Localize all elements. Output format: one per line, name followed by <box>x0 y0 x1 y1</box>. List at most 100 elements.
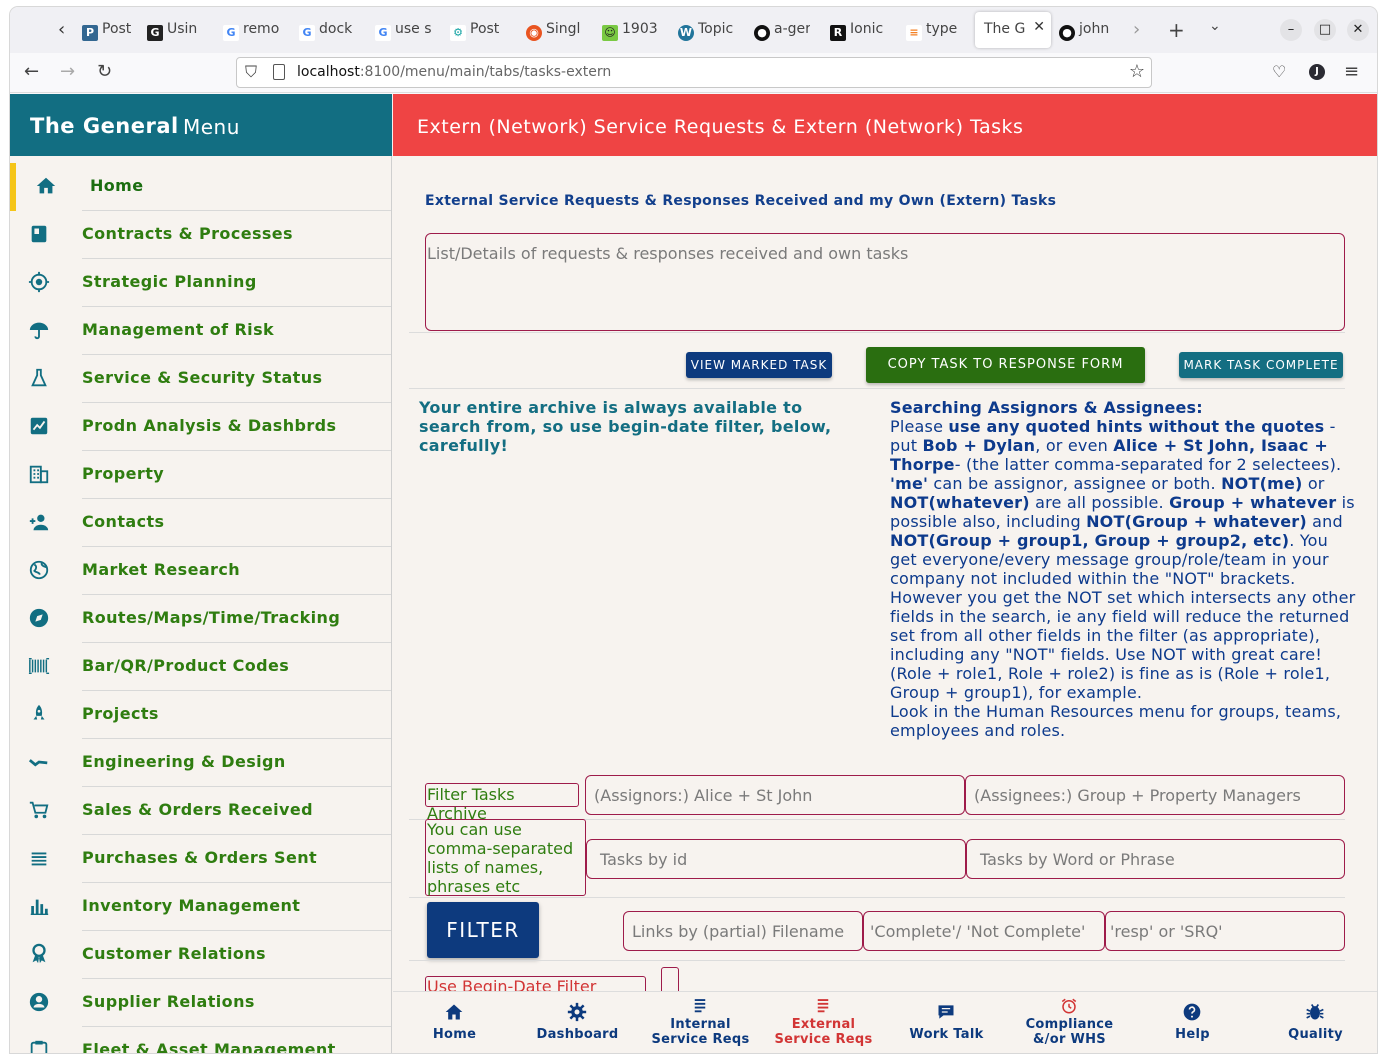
tab-dashboard[interactable]: Dashboard <box>516 992 639 1053</box>
compass-icon <box>29 608 49 628</box>
browser-tab[interactable]: W Topic <box>678 21 734 41</box>
mark-task-complete-button[interactable]: MARK TASK COMPLETE <box>1179 352 1343 378</box>
close-tab-icon[interactable]: ✕ <box>1033 19 1045 35</box>
tab-scroll-right-icon[interactable]: › <box>1133 19 1140 40</box>
browser-tab[interactable]: ● a-ger <box>754 21 810 41</box>
browser-tab[interactable]: Gremo <box>223 21 279 41</box>
sidebar-item-barcodes[interactable]: Bar/QR/Product Codes <box>10 643 391 691</box>
sidebar-item-engineering[interactable]: Engineering & Design <box>10 739 391 787</box>
section-title: External Service Requests & Responses Re… <box>425 193 1057 209</box>
list-all-tabs-icon[interactable]: ⌄ <box>1209 18 1221 34</box>
main-content: External Service Requests & Responses Re… <box>393 156 1377 991</box>
sidebar-item-strategic-planning[interactable]: Strategic Planning <box>10 259 391 307</box>
sidebar-item-contracts[interactable]: Contracts & Processes <box>10 211 391 259</box>
gitbook-icon: G <box>147 25 163 41</box>
person-add-icon <box>29 514 49 531</box>
forward-icon[interactable]: → <box>60 61 75 82</box>
github-icon: ● <box>1059 25 1075 41</box>
tasks-list-placeholder: List/Details of requests & responses rec… <box>427 244 909 263</box>
sidebar-item-inventory[interactable]: Inventory Management <box>10 883 391 931</box>
tab-home[interactable]: Home <box>393 992 516 1053</box>
umbrella-icon <box>29 322 49 340</box>
begin-date-input[interactable] <box>661 967 679 991</box>
filename-input[interactable]: Links by (partial) Filename <box>623 911 863 951</box>
sidebar-item-service-security[interactable]: Service & Security Status <box>10 355 391 403</box>
settings-icon <box>567 1002 587 1022</box>
sidebar-item-purchases[interactable]: Purchases & Orders Sent <box>10 835 391 883</box>
r-icon: R <box>830 25 846 41</box>
shield-icon[interactable]: ⛉ <box>245 62 257 82</box>
sidebar-item-home[interactable]: Home <box>10 163 391 211</box>
browser-window: ‹ P Post G Usin Gremo Gdock Guse s ⚙ Post ◉… <box>10 7 1377 1053</box>
browser-tab-active[interactable]: The G ✕ <box>975 12 1051 48</box>
browser-tab[interactable]: ◉ Singl <box>526 21 582 41</box>
sidebar-item-customer-relations[interactable]: Customer Relations <box>10 931 391 979</box>
tab-external-service-reqs[interactable]: External Service Reqs <box>762 992 885 1053</box>
barcode-icon <box>28 657 50 675</box>
resp-srq-input[interactable]: 'resp' or 'SRQ' <box>1105 911 1345 951</box>
browser-tab[interactable]: ≡ type <box>906 21 962 41</box>
browser-tab[interactable]: ⚙ Post <box>450 21 506 41</box>
browser-tab[interactable]: P Post <box>82 21 138 41</box>
assignees-input[interactable]: (Assignees:) Group + Property Managers <box>965 775 1345 815</box>
task-id-input[interactable]: Tasks by id <box>586 839 966 879</box>
tab-quality[interactable]: Quality <box>1254 992 1377 1053</box>
stack-icon: ≡ <box>906 25 922 41</box>
sidebar-item-contacts[interactable]: Contacts <box>10 499 391 547</box>
view-marked-task-button[interactable]: VIEW MARKED TASK <box>686 352 832 378</box>
github-icon: ● <box>754 25 770 41</box>
analytics-icon <box>30 417 48 435</box>
new-tab-icon[interactable]: + <box>1168 18 1185 42</box>
pocket-icon[interactable]: ♡ <box>1272 62 1286 81</box>
tab-internal-service-reqs[interactable]: Internal Service Reqs <box>639 992 762 1053</box>
ubuntu-icon: ◉ <box>526 25 542 41</box>
browser-tab[interactable]: Gdock <box>299 21 355 41</box>
sidebar-item-fleet[interactable]: Fleet & Asset Management <box>10 1027 391 1053</box>
bookmark-star-icon[interactable]: ☆ <box>1129 61 1145 82</box>
active-marker <box>10 163 16 211</box>
tab-work-talk[interactable]: Work Talk <box>885 992 1008 1053</box>
smiley-icon: ☺ <box>602 25 618 41</box>
app-menu-icon[interactable]: ≡ <box>1344 61 1359 82</box>
browser-tab[interactable]: ● john <box>1059 21 1115 41</box>
rocket-icon <box>33 704 45 720</box>
list-icon <box>31 852 47 866</box>
browser-tab[interactable]: G Usin <box>147 21 203 41</box>
sidebar-item-supplier-relations[interactable]: Supplier Relations <box>10 979 391 1027</box>
bug-icon <box>1306 1004 1324 1020</box>
back-icon[interactable]: ← <box>24 61 39 82</box>
tab-help[interactable]: Help <box>1131 992 1254 1053</box>
gear-icon: ⚙ <box>450 25 466 41</box>
url-text[interactable]: localhost:8100/menu/main/tabs/tasks-exte… <box>297 64 611 80</box>
postgres-icon: P <box>82 25 98 41</box>
divider <box>409 388 1345 389</box>
page-info-icon[interactable] <box>273 64 285 80</box>
app-root: The General Menu Home Contracts & Proces… <box>10 94 1377 1053</box>
tasks-list-textarea[interactable]: List/Details of requests & responses rec… <box>425 233 1345 331</box>
filter-button[interactable]: FILTER <box>427 902 539 958</box>
complete-status-input[interactable]: 'Complete'/ 'Not Complete' <box>863 911 1105 951</box>
account-avatar[interactable]: J <box>1309 64 1325 80</box>
sidebar-item-property[interactable]: Property <box>10 451 391 499</box>
assignors-input[interactable]: (Assignors:) Alice + St John <box>585 775 965 815</box>
minimize-icon[interactable]: – <box>1280 19 1302 41</box>
maximize-icon[interactable]: □ <box>1314 19 1336 41</box>
close-window-icon[interactable]: ✕ <box>1347 19 1369 41</box>
home-icon <box>36 177 56 194</box>
sidebar-item-market-research[interactable]: Market Research <box>10 547 391 595</box>
copy-task-button[interactable]: COPY TASK TO RESPONSE FORM <box>866 347 1145 383</box>
sidebar-item-projects[interactable]: Projects <box>10 691 391 739</box>
tab-compliance[interactable]: Compliance &/or WHS <box>1008 992 1131 1053</box>
word-phrase-input[interactable]: Tasks by Word or Phrase <box>966 839 1345 879</box>
browser-tab[interactable]: R Ionic <box>830 21 886 41</box>
sidebar-item-risk[interactable]: Management of Risk <box>10 307 391 355</box>
sidebar-item-sales[interactable]: Sales & Orders Received <box>10 787 391 835</box>
url-bar[interactable]: ⛉ localhost:8100/menu/main/tabs/tasks-ex… <box>236 57 1152 88</box>
tab-scroll-left-icon[interactable]: ‹ <box>58 19 65 40</box>
browser-tab[interactable]: ☺ 1903 <box>602 21 658 41</box>
sidebar-item-routes[interactable]: Routes/Maps/Time/Tracking <box>10 595 391 643</box>
chat-icon <box>938 1005 954 1019</box>
reload-icon[interactable]: ↻ <box>97 61 112 82</box>
sidebar-item-prodn-analysis[interactable]: Prodn Analysis & Dashbrds <box>10 403 391 451</box>
browser-tab[interactable]: Guse s <box>375 21 431 41</box>
